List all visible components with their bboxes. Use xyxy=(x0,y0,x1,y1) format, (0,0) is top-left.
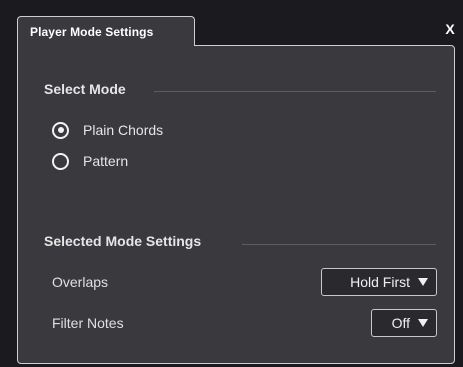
radio-unchecked-icon[interactable] xyxy=(52,152,69,170)
section-divider xyxy=(242,244,436,245)
radio-plain-chords[interactable]: Plain Chords xyxy=(52,120,163,140)
dropdown-value: Off xyxy=(391,315,410,331)
chevron-down-icon xyxy=(418,278,428,286)
dropdown-value: Hold First xyxy=(350,274,410,290)
radio-label: Pattern xyxy=(83,153,129,169)
section-divider xyxy=(154,91,436,92)
filter-notes-label: Filter Notes xyxy=(52,315,124,331)
tab-player-mode-settings[interactable]: Player Mode Settings xyxy=(17,16,195,46)
close-button[interactable]: X xyxy=(442,21,458,37)
mode-settings-heading: Selected Mode Settings xyxy=(44,233,202,249)
overlaps-dropdown[interactable]: Hold First xyxy=(321,268,437,296)
select-mode-heading: Select Mode xyxy=(44,81,126,97)
tab-label: Player Mode Settings xyxy=(30,25,154,39)
chevron-down-icon xyxy=(418,319,428,327)
radio-checked-icon[interactable] xyxy=(52,121,69,139)
radio-pattern[interactable]: Pattern xyxy=(52,151,128,171)
filter-notes-dropdown[interactable]: Off xyxy=(371,309,437,337)
overlaps-label: Overlaps xyxy=(52,274,109,290)
radio-label: Plain Chords xyxy=(83,122,164,138)
settings-panel: Select Mode Plain Chords Pattern Selecte… xyxy=(17,45,455,364)
